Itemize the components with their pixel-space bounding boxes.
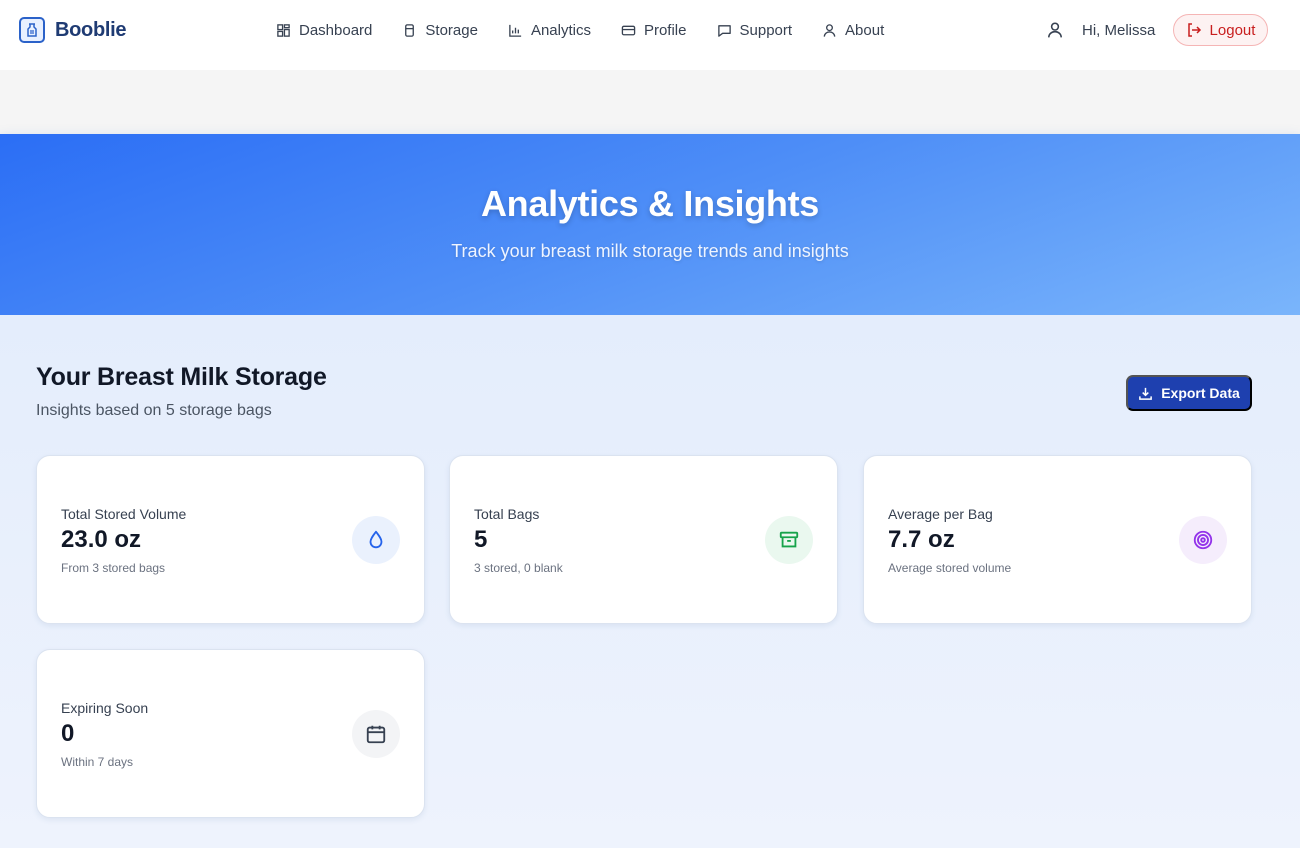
baby-bottle-icon (19, 17, 45, 43)
user-menu[interactable]: Hi, Melissa (1046, 14, 1155, 46)
top-navbar: Booblie Dashboard Storage Analytics Prof… (0, 0, 1300, 70)
dashboard-icon (277, 23, 290, 37)
stat-label: Expiring Soon (61, 700, 149, 716)
nav-label: About (845, 21, 885, 39)
droplet-icon (352, 516, 400, 564)
stat-card-total-volume: Total Stored Volume 23.0 oz From 3 store… (36, 455, 425, 624)
logout-icon (1187, 23, 1201, 37)
nav-label: Dashboard (299, 21, 373, 39)
stat-label: Total Stored Volume (61, 506, 187, 522)
stat-value: 5 (474, 526, 488, 553)
logout-button[interactable]: Logout (1173, 14, 1268, 46)
stat-card-total-bags: Total Bags 5 3 stored, 0 blank (449, 455, 838, 624)
archive-box-icon (765, 516, 813, 564)
section-subtitle: Insights based on 5 storage bags (36, 402, 272, 419)
main-content: Your Breast Milk Storage Insights based … (0, 315, 1300, 848)
nav-label: Storage (425, 21, 478, 39)
stat-card-average-per-bag: Average per Bag 7.7 oz Average stored vo… (863, 455, 1252, 624)
stat-label: Average per Bag (888, 506, 993, 522)
stat-card-expiring-soon: Expiring Soon 0 Within 7 days (36, 649, 425, 818)
target-icon (1179, 516, 1227, 564)
stat-value: 23.0 oz (61, 526, 142, 553)
nav-item-analytics[interactable]: Analytics (497, 14, 601, 46)
storage-icon (405, 23, 415, 37)
brand-logo-link[interactable]: Booblie (19, 17, 127, 43)
stat-note: From 3 stored bags (61, 561, 166, 575)
calendar-icon (352, 710, 400, 758)
user-greeting: Hi, Melissa (1082, 21, 1156, 39)
stat-value: 7.7 oz (888, 526, 955, 553)
stat-note: Average stored volume (888, 561, 1012, 575)
user-icon (1048, 22, 1062, 38)
nav-item-about[interactable]: About (812, 14, 895, 46)
support-icon (717, 24, 731, 37)
nav-item-support[interactable]: Support (706, 14, 803, 46)
nav-label: Support (739, 21, 793, 39)
stat-value: 0 (61, 720, 75, 747)
brand-name: Booblie (55, 18, 127, 41)
analytics-icon (509, 24, 522, 37)
nav-item-storage[interactable]: Storage (392, 14, 488, 46)
page-title: Analytics & Insights (480, 183, 820, 224)
page-subtitle: Track your breast milk storage trends an… (451, 241, 849, 261)
export-label: Export Data (1161, 385, 1240, 401)
stat-note: 3 stored, 0 blank (474, 561, 563, 575)
nav-label: Profile (643, 21, 687, 39)
nav-item-profile[interactable]: Profile (610, 14, 697, 46)
main-nav: Dashboard Storage Analytics Profile Supp… (266, 14, 895, 46)
download-icon (1139, 387, 1153, 400)
export-data-button[interactable]: Export Data (1126, 375, 1252, 411)
profile-icon (621, 25, 636, 35)
section-title: Your Breast Milk Storage (36, 363, 327, 391)
stat-label: Total Bags (474, 506, 540, 522)
hero-banner: Analytics & Insights Track your breast m… (0, 134, 1300, 315)
nav-label: Analytics (530, 21, 591, 39)
logout-label: Logout (1209, 21, 1256, 39)
about-icon (823, 23, 836, 37)
nav-item-dashboard[interactable]: Dashboard (266, 14, 383, 46)
stat-note: Within 7 days (61, 755, 134, 769)
